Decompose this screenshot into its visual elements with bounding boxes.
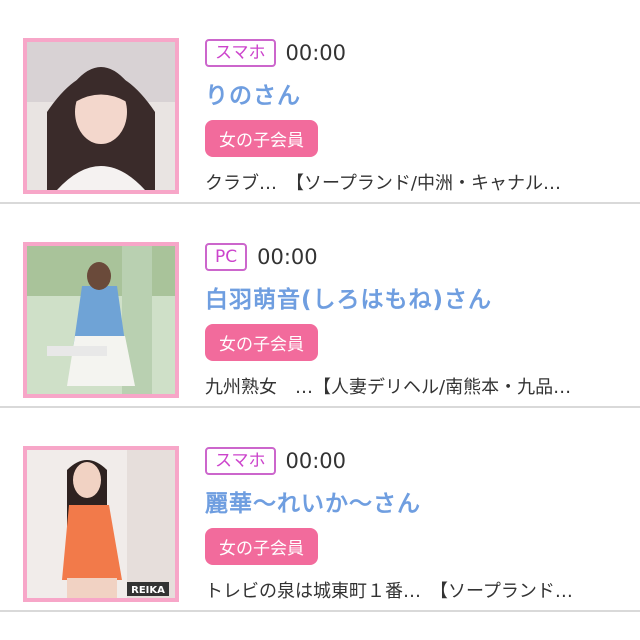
list-item[interactable]: PC 00:00 白羽萌音(しろはもね)さん 女の子会員 九州熟女 …【人妻デリ… [0,204,640,408]
profile-photo-image [27,42,175,190]
post-time: 00:00 [257,245,318,269]
device-badge: スマホ [205,39,276,67]
profile-photo-image [27,246,175,394]
item-info: PC 00:00 白羽萌音(しろはもね)さん 女の子会員 九州熟女 …【人妻デリ… [205,242,630,399]
profile-photo[interactable]: REIKA [23,446,179,602]
member-name-link[interactable]: りのさん [205,76,630,110]
post-time: 00:00 [285,41,347,65]
member-list: スマホ 00:00 りのさん 女の子会員 クラブ… 【ソープランド/中洲・キャナ… [0,0,640,612]
shop-info[interactable]: 九州熟女 …【人妻デリヘル/南熊本・九品… [205,373,625,399]
profile-photo[interactable] [23,38,179,194]
list-item[interactable]: スマホ 00:00 りのさん 女の子会員 クラブ… 【ソープランド/中洲・キャナ… [0,0,640,204]
profile-photo[interactable] [23,242,179,398]
photo-caption: REIKA [131,585,165,596]
member-name-link[interactable]: 白羽萌音(しろはもね)さん [205,280,630,314]
item-info: スマホ 00:00 麗華〜れいか〜さん 女の子会員 トレビの泉は城東町１番… 【… [205,446,630,603]
member-type-badge: 女の子会員 [205,528,318,565]
shop-info[interactable]: クラブ… 【ソープランド/中洲・キャナル… [205,169,625,195]
member-type-badge: 女の子会員 [205,324,318,361]
shop-info[interactable]: トレビの泉は城東町１番… 【ソープランド… [205,577,625,603]
device-badge: スマホ [205,447,276,475]
member-name-link[interactable]: 麗華〜れいか〜さん [205,484,630,518]
item-info: スマホ 00:00 りのさん 女の子会員 クラブ… 【ソープランド/中洲・キャナ… [205,38,630,195]
post-time: 00:00 [285,449,347,473]
profile-photo-image: REIKA [27,450,175,598]
list-item[interactable]: REIKA スマホ 00:00 麗華〜れいか〜さん 女の子会員 トレビの泉は城東… [0,408,640,612]
device-badge: PC [205,243,248,271]
member-type-badge: 女の子会員 [205,120,318,157]
